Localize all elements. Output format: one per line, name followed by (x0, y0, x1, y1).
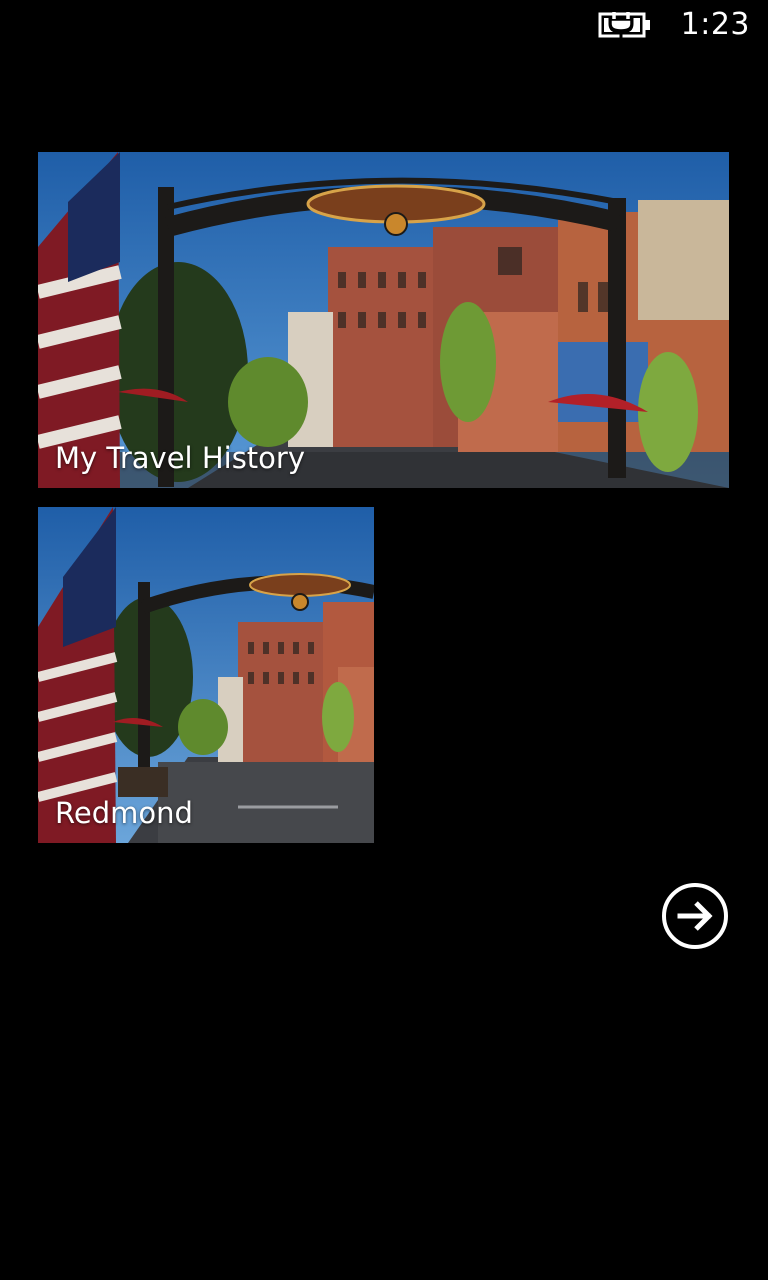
tile-redmond[interactable]: Redmond (38, 507, 374, 843)
redmond-downtown-photo (38, 152, 729, 488)
tile-my-travel-history[interactable]: My Travel History (38, 152, 729, 488)
status-bar: 1:23 (0, 0, 768, 50)
tile-label: Redmond (55, 796, 193, 830)
redmond-downtown-photo (38, 507, 374, 843)
arrow-right-circle-icon (662, 883, 728, 949)
tile-label: My Travel History (55, 441, 305, 475)
status-clock: 1:23 (680, 7, 750, 42)
next-button[interactable] (661, 882, 729, 950)
battery-charging-icon (598, 11, 650, 39)
